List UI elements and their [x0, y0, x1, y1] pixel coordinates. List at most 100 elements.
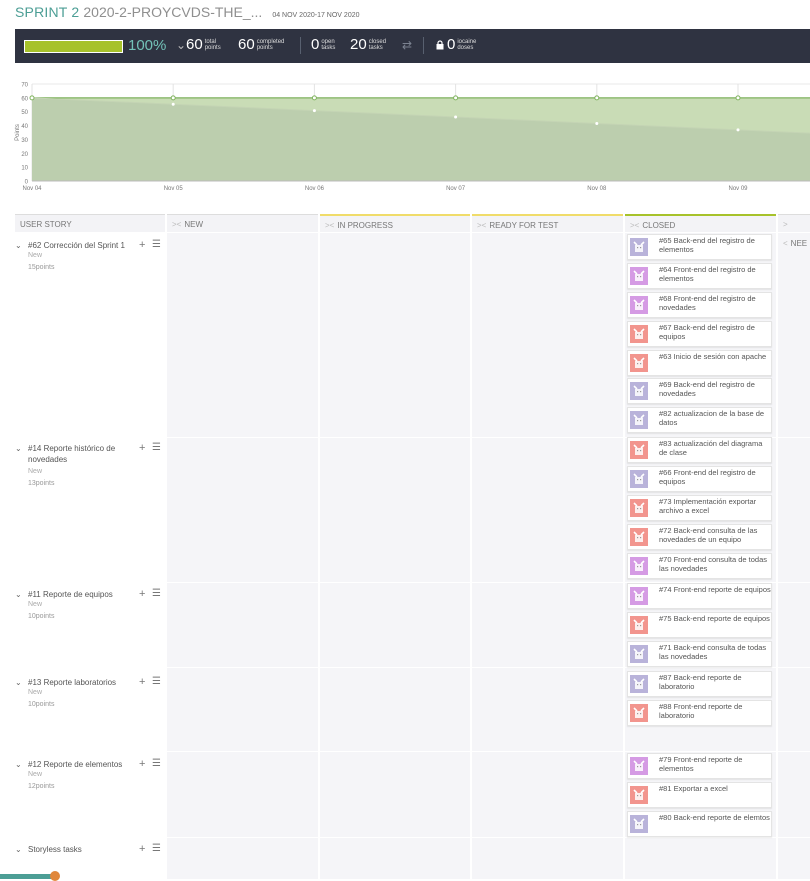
column-header-needs[interactable]: ><NEE: [778, 214, 810, 232]
task-title[interactable]: #79 Front-end reporte de elementos: [659, 755, 771, 773]
task-title[interactable]: #87 Back-end reporte de laboratorio: [659, 673, 771, 691]
user-avatar[interactable]: [630, 675, 648, 693]
add-task-icon[interactable]: +: [139, 588, 145, 600]
task-card[interactable]: #65 Back-end del registro de elementos: [627, 234, 772, 260]
task-title[interactable]: #73 Implementación exportar archivo a ex…: [659, 497, 771, 515]
task-title[interactable]: #72 Back-end consulta de las novedades d…: [659, 526, 771, 544]
task-title[interactable]: #64 Front-end del registro de elementos: [659, 265, 771, 283]
user-avatar[interactable]: [630, 616, 648, 634]
bottom-action-button[interactable]: [0, 874, 52, 879]
task-title[interactable]: #66 Front-end del registro de equipos: [659, 468, 771, 486]
user-avatar[interactable]: [630, 354, 648, 372]
user-story-title[interactable]: #11 Reporte de equipos: [28, 589, 136, 600]
user-avatar[interactable]: [630, 238, 648, 256]
bulk-add-icon[interactable]: ☰: [152, 588, 161, 599]
bulk-add-icon[interactable]: ☰: [152, 442, 161, 453]
collapse-chevron-icon[interactable]: ⌄: [15, 678, 22, 687]
bulk-add-icon[interactable]: ☰: [152, 239, 161, 250]
collapse-chevron-icon[interactable]: ⌄: [15, 444, 22, 453]
user-story-status[interactable]: New: [28, 601, 42, 608]
column-header-ready-for-test[interactable]: ><READY FOR TEST: [472, 214, 623, 232]
user-story-status[interactable]: New: [28, 252, 42, 259]
task-card[interactable]: #71 Back-end consulta de todas las noved…: [627, 641, 772, 667]
task-title[interactable]: #82 actualizacion de la base de datos: [659, 409, 771, 427]
collapse-chevron-icon[interactable]: ⌄: [15, 845, 22, 854]
add-task-icon[interactable]: +: [139, 239, 145, 251]
user-avatar[interactable]: [630, 470, 648, 488]
user-avatar[interactable]: [630, 786, 648, 804]
user-avatar[interactable]: [630, 267, 648, 285]
chevron-down-icon[interactable]: ⌄: [176, 38, 186, 52]
task-title[interactable]: #75 Back-end reporte de equipos: [659, 614, 771, 623]
task-title[interactable]: #81 Exportar a excel: [659, 784, 771, 793]
bulk-add-icon[interactable]: ☰: [152, 676, 161, 687]
task-title[interactable]: #83 actualización del diagrama de clase: [659, 439, 771, 457]
user-avatar[interactable]: [630, 296, 648, 314]
task-card[interactable]: #83 actualización del diagrama de clase: [627, 437, 772, 463]
user-story-status[interactable]: New: [28, 689, 42, 696]
collapse-chevron-icon[interactable]: ⌄: [15, 590, 22, 599]
column-header-new[interactable]: ><NEW: [167, 214, 318, 232]
column-header-closed[interactable]: ><CLOSED: [625, 214, 776, 232]
task-title[interactable]: #65 Back-end del registro de elementos: [659, 236, 771, 254]
task-card[interactable]: #79 Front-end reporte de elementos: [627, 753, 772, 779]
task-card[interactable]: #64 Front-end del registro de elementos: [627, 263, 772, 289]
task-card[interactable]: #75 Back-end reporte de equipos: [627, 612, 772, 638]
user-avatar[interactable]: [630, 704, 648, 722]
user-story-title[interactable]: #12 Reporte de elementos: [28, 759, 136, 770]
add-task-icon[interactable]: +: [139, 676, 145, 688]
user-avatar[interactable]: [630, 325, 648, 343]
task-card[interactable]: #72 Back-end consulta de las novedades d…: [627, 524, 772, 550]
user-avatar[interactable]: [630, 557, 648, 575]
user-avatar[interactable]: [630, 645, 648, 663]
add-task-icon[interactable]: +: [139, 758, 145, 770]
user-avatar[interactable]: [630, 441, 648, 459]
swap-arrows-icon: ⇄: [402, 38, 412, 52]
bulk-add-icon[interactable]: ☰: [152, 758, 161, 769]
task-card[interactable]: #82 actualizacion de la base de datos: [627, 407, 772, 433]
bulk-add-icon[interactable]: ☰: [152, 843, 161, 854]
sprint-name[interactable]: SPRINT 2: [15, 4, 79, 20]
collapse-chevron-icon[interactable]: ⌄: [15, 760, 22, 769]
user-avatar[interactable]: [630, 411, 648, 429]
task-title[interactable]: #74 Front-end reporte de equipos: [659, 585, 771, 594]
user-avatar[interactable]: [630, 587, 648, 605]
task-card[interactable]: #74 Front-end reporte de equipos: [627, 583, 772, 609]
task-card[interactable]: #69 Back-end del registro de novedades: [627, 378, 772, 404]
task-card[interactable]: #67 Back-end del registro de equipos: [627, 321, 772, 347]
task-title[interactable]: #71 Back-end consulta de todas las noved…: [659, 643, 771, 661]
user-story-title[interactable]: #13 Reporte laboratorios: [28, 677, 136, 688]
task-card[interactable]: #87 Back-end reporte de laboratorio: [627, 671, 772, 697]
user-story-status[interactable]: New: [28, 771, 42, 778]
task-card[interactable]: #68 Front-end del registro de novedades: [627, 292, 772, 318]
user-avatar[interactable]: [630, 815, 648, 833]
task-title[interactable]: #69 Back-end del registro de novedades: [659, 380, 771, 398]
task-title[interactable]: #63 Inicio de sesión con apache: [659, 352, 771, 361]
user-avatar[interactable]: [630, 499, 648, 517]
task-title[interactable]: #67 Back-end del registro de equipos: [659, 323, 771, 341]
add-task-icon[interactable]: +: [139, 843, 145, 855]
user-story-status[interactable]: New: [28, 468, 42, 475]
task-card[interactable]: #88 Front-end reporte de laboratorio: [627, 700, 772, 726]
user-story-points: 13points: [28, 480, 54, 487]
add-task-icon[interactable]: +: [139, 442, 145, 454]
task-title[interactable]: #80 Back-end reporte de elemtos: [659, 813, 771, 822]
task-card[interactable]: #70 Front-end consulta de todas las nove…: [627, 553, 772, 579]
task-card[interactable]: #81 Exportar a excel: [627, 782, 772, 808]
collapse-chevron-icon[interactable]: ⌄: [15, 241, 22, 250]
task-card[interactable]: #80 Back-end reporte de elemtos: [627, 811, 772, 837]
user-story-title[interactable]: #14 Reporte histórico de novedades: [28, 443, 136, 465]
task-card[interactable]: #73 Implementación exportar archivo a ex…: [627, 495, 772, 521]
user-avatar[interactable]: [630, 757, 648, 775]
task-title[interactable]: #88 Front-end reporte de laboratorio: [659, 702, 771, 720]
task-title[interactable]: #68 Front-end del registro de novedades: [659, 294, 771, 312]
user-story-title[interactable]: #62 Corrección del Sprint 1: [28, 240, 136, 251]
column-header-in-progress[interactable]: ><IN PROGRESS: [320, 214, 470, 232]
task-card[interactable]: #66 Front-end del registro de equipos: [627, 466, 772, 492]
user-avatar[interactable]: [630, 382, 648, 400]
task-card[interactable]: #63 Inicio de sesión con apache: [627, 350, 772, 376]
user-avatar[interactable]: [630, 528, 648, 546]
task-title[interactable]: #70 Front-end consulta de todas las nove…: [659, 555, 771, 573]
user-story-title[interactable]: Storyless tasks: [28, 844, 136, 855]
in-progress-column: [320, 233, 470, 879]
